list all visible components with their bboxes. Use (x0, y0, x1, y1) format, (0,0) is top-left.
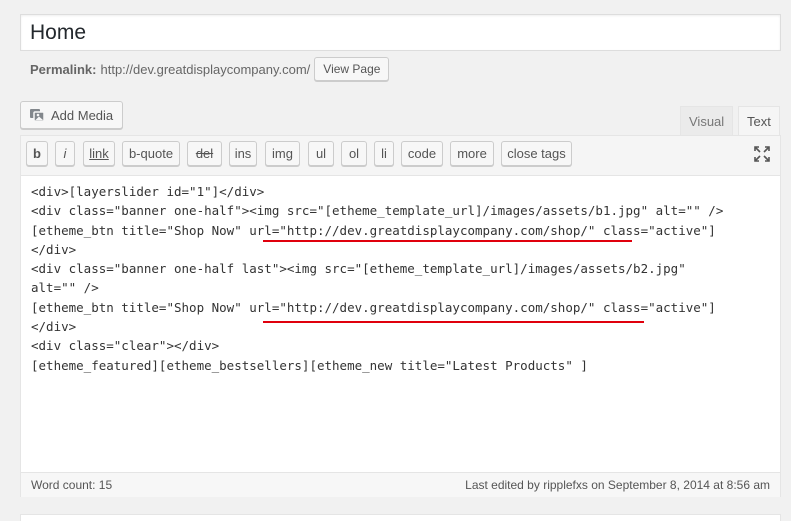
code-line: [etheme_btn title="Shop Now" url="http:/… (31, 222, 716, 238)
permalink-row: Permalink: http://dev.greatdisplaycompan… (30, 57, 390, 81)
text-editor: b i link b-quote del ins img ul ol li co… (20, 135, 781, 497)
quicktag-img-button[interactable]: img (265, 141, 300, 166)
quicktag-del-button[interactable]: del (187, 141, 222, 166)
post-title-input[interactable]: Home (20, 14, 781, 51)
quicktag-ul-button[interactable]: ul (308, 141, 334, 166)
last-edited: Last edited by ripplefxs on September 8,… (465, 478, 770, 492)
code-line: [etheme_btn title="Shop Now" url="http:/… (31, 299, 716, 315)
quicktag-close-tags-button[interactable]: close tags (501, 141, 572, 166)
add-media-label: Add Media (51, 107, 114, 123)
word-count: Word count: 15 (31, 478, 113, 492)
quicktag-li-button[interactable]: li (374, 141, 394, 166)
quicktag-code-button[interactable]: code (401, 141, 443, 166)
quicktags-toolbar: b i link b-quote del ins img ul ol li co… (21, 136, 780, 176)
tab-text[interactable]: Text (738, 106, 780, 136)
tab-visual[interactable]: Visual (680, 106, 734, 135)
code-textarea[interactable]: <div>[layerslider id="1"]</div> <div cla… (31, 182, 771, 375)
quicktag-ol-button[interactable]: ol (341, 141, 367, 166)
quicktag-bold-button[interactable]: b (26, 141, 48, 166)
url-underline-annotation (263, 240, 632, 242)
quicktag-bquote-button[interactable]: b-quote (122, 141, 180, 166)
add-media-button[interactable]: Add Media (20, 101, 124, 129)
code-line: </div> (31, 241, 77, 257)
url-underline-annotation (263, 321, 644, 323)
code-line: <div class="banner one-half last"><img s… (31, 261, 686, 277)
fullscreen-icon[interactable] (753, 145, 771, 163)
quicktag-more-button[interactable]: more (450, 141, 494, 166)
quicktag-ins-button[interactable]: ins (229, 141, 257, 166)
editor-statusbar: Word count: 15 Last edited by ripplefxs … (21, 472, 780, 497)
quicktag-link-button[interactable]: link (83, 141, 115, 166)
code-line: </div> (31, 319, 77, 335)
media-icon (29, 107, 46, 123)
code-line: <div class="clear"></div> (31, 338, 220, 354)
code-line: alt="" /> (31, 280, 99, 296)
permalink-label: Permalink: (30, 61, 97, 77)
quicktag-italic-button[interactable]: i (55, 141, 75, 166)
code-line: [etheme_featured][etheme_bestsellers][et… (31, 357, 588, 373)
next-postbox (20, 514, 781, 521)
code-line: <div class="banner one-half"><img src="[… (31, 203, 724, 219)
code-line: <div>[layerslider id="1"]</div> (31, 184, 265, 199)
permalink-url[interactable]: http://dev.greatdisplaycompany.com/ (100, 62, 310, 77)
view-page-button[interactable]: View Page (314, 57, 390, 81)
